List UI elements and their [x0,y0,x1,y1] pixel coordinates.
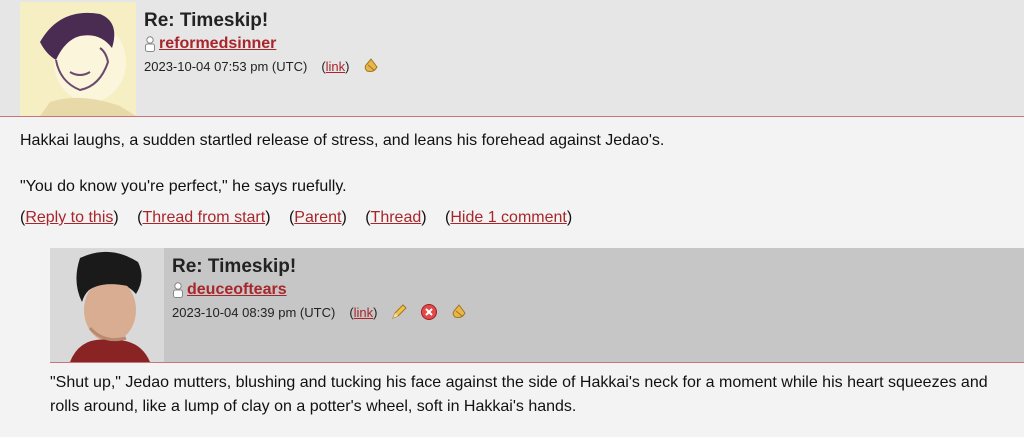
comment-paragraph: "You do know you're perfect," he says ru… [20,178,347,195]
comment-title: Re: Timeskip! [172,256,297,277]
delete-icon[interactable] [420,303,438,321]
username-row: deuceoftears [172,281,468,299]
reply-link[interactable]: Reply to this [25,209,113,226]
comment-body: Hakkai laughs, a sudden startled release… [0,117,1024,199]
comment-title: Re: Timeskip! [144,10,269,31]
comment-body: "Shut up," Jedao mutters, blushing and t… [50,363,1000,419]
user-icon [145,36,155,52]
comment-header: Re: Timeskip! reformedsinner 2023-10-04 … [0,0,1024,117]
timestamp: 2023-10-04 08:39 pm (UTC) [172,304,336,320]
username-link[interactable]: reformedsinner [159,35,276,53]
parent-link[interactable]: Parent [294,209,341,226]
username-row: reformedsinner [144,35,380,53]
comment-paragraph: Hakkai laughs, a sudden startled release… [20,132,665,149]
comment: Re: Timeskip! reformedsinner 2023-10-04 … [0,0,1024,227]
comment-actions: (Reply to this) (Thread from start) (Par… [20,209,573,226]
user-icon [173,282,183,298]
username-link[interactable]: deuceoftears [187,281,287,299]
hide-comments-link[interactable]: Hide 1 comment [450,209,567,226]
edit-icon[interactable] [390,303,408,321]
comment-header: Re: Timeskip! deuceoftears 2023-10-04 08… [50,248,1024,363]
track-icon[interactable] [450,303,468,321]
avatar[interactable] [50,248,164,362]
thread-from-start-link[interactable]: Thread from start [142,209,265,226]
track-icon[interactable] [362,57,380,75]
comment-paragraph: "Shut up," Jedao mutters, blushing and t… [50,374,988,415]
thread-link[interactable]: Thread [371,209,422,226]
avatar[interactable] [20,2,136,116]
comment: Re: Timeskip! deuceoftears 2023-10-04 08… [50,248,1024,419]
timestamp: 2023-10-04 07:53 pm (UTC) [144,58,308,74]
permalink[interactable]: link [326,59,346,74]
permalink[interactable]: link [354,305,374,320]
